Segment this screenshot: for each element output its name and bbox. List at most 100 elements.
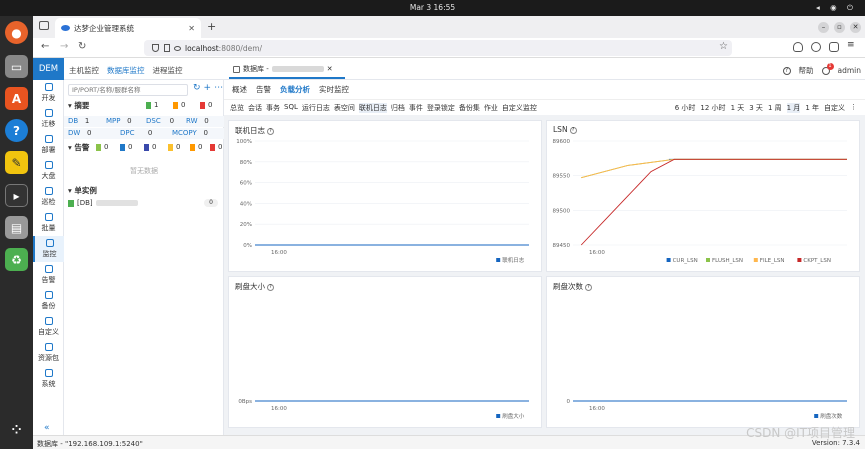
help-app-icon[interactable]: ? <box>5 119 28 142</box>
cat-overview[interactable]: 总览 <box>230 103 244 113</box>
app-brand-logo[interactable]: DEM <box>33 58 64 80</box>
reload-icon[interactable]: ↻ <box>78 41 86 52</box>
files-icon[interactable]: ▭ <box>5 55 28 78</box>
maximize-icon[interactable]: ▫ <box>834 22 845 33</box>
app-center-icon[interactable]: A <box>5 87 28 110</box>
user-name[interactable]: admin <box>838 66 862 75</box>
cat-custom-monitor[interactable]: 自定义监控 <box>502 103 537 113</box>
tab-load-analysis[interactable]: 负载分析 <box>280 84 310 95</box>
collapse-sidebar-icon[interactable]: « <box>44 423 50 433</box>
instance-search-input[interactable] <box>68 84 188 96</box>
cat-login-lock[interactable]: 登录锁定 <box>427 103 455 113</box>
tab-realtime[interactable]: 实时监控 <box>319 84 349 95</box>
side-item-system[interactable]: 系统 <box>33 366 64 392</box>
user-icon[interactable]: 1 <box>821 62 834 75</box>
nav-process-monitor[interactable]: 进程监控 <box>153 65 183 76</box>
side-item-inspect[interactable]: 巡检 <box>33 184 64 210</box>
cat-runlog[interactable]: 运行日志 <box>302 103 330 113</box>
url-bar[interactable]: localhost:8080/dem/ <box>144 40 732 56</box>
side-item-alarm[interactable]: 告警 <box>33 262 64 288</box>
side-item-monitor[interactable]: 监控 <box>33 236 64 262</box>
permissions-key-icon[interactable] <box>174 45 181 51</box>
pocket-icon[interactable] <box>793 42 803 52</box>
db-type-dsc[interactable]: DSC 0 <box>146 117 174 125</box>
side-item-custom[interactable]: 自定义 <box>33 314 64 340</box>
back-icon[interactable]: ← <box>41 41 49 52</box>
chart-tools-icon[interactable]: ⋮ <box>850 103 857 113</box>
summary-title[interactable]: ▾ 摘要 <box>68 100 89 111</box>
db-type-db[interactable]: DB 1 <box>68 117 89 125</box>
cat-archive[interactable]: 归档 <box>391 103 405 113</box>
side-label: 告警 <box>41 276 56 284</box>
firefox-icon[interactable]: ● <box>5 21 28 44</box>
tab-alarm[interactable]: 告警 <box>256 84 271 95</box>
time-custom[interactable]: 自定义 <box>824 103 845 113</box>
cat-transaction[interactable]: 事务 <box>266 103 280 113</box>
os-clock[interactable]: Mar 3 16:55 <box>0 3 865 12</box>
terminal-icon[interactable]: ▸ <box>5 184 28 207</box>
series-line <box>581 158 847 179</box>
browser-tab[interactable]: 达梦企业管理系统 ✕ <box>55 18 201 38</box>
nav-host-monitor[interactable]: 主机监控 <box>69 65 99 76</box>
type-key: MCOPY <box>172 129 197 137</box>
minimize-icon[interactable]: – <box>818 22 829 33</box>
add-icon[interactable]: + <box>204 83 215 93</box>
time-3d[interactable]: 3 天 <box>749 103 763 113</box>
cat-job[interactable]: 作业 <box>484 103 498 113</box>
close-tab-icon[interactable]: ✕ <box>188 24 195 33</box>
app-header: DEM 主机监控 数据库监控 进程监控 数据库 - ✕ ? 帮助 1 admin <box>33 58 865 80</box>
cat-event[interactable]: 事件 <box>409 103 423 113</box>
system-tray-icons[interactable]: ◂ ◉ ⏻ <box>816 3 857 13</box>
db-type-dpc[interactable]: DPC 0 <box>120 129 152 137</box>
side-item-resource[interactable]: 资源包 <box>33 340 64 366</box>
instance-row[interactable]: [DB] 0 <box>68 198 218 208</box>
disk-icon[interactable]: ▤ <box>5 216 28 239</box>
tab-overview[interactable]: 概述 <box>232 84 247 95</box>
side-item-develop[interactable]: 开发 <box>33 80 64 106</box>
close-window-icon[interactable]: ✕ <box>850 22 861 33</box>
page-tab-database[interactable]: 数据库 - ✕ <box>229 61 345 79</box>
trash-icon[interactable]: ♻ <box>5 248 28 271</box>
db-type-mpp[interactable]: MPP 0 <box>106 117 132 125</box>
time-1m[interactable]: 1 月 <box>786 103 801 113</box>
bookmark-star-icon[interactable]: ☆ <box>719 41 728 52</box>
db-type-mcopy[interactable]: MCOPY 0 <box>172 129 208 137</box>
y-tick-label: 20% <box>240 222 252 228</box>
extensions-icon[interactable] <box>829 42 839 52</box>
page-tab-close-icon[interactable]: ✕ <box>327 65 333 73</box>
account-icon[interactable] <box>811 42 821 52</box>
side-item-dashboard[interactable]: 大盘 <box>33 158 64 184</box>
side-item-backup[interactable]: 备份 <box>33 288 64 314</box>
side-item-migrate[interactable]: 迁移 <box>33 106 64 132</box>
time-1d[interactable]: 1 天 <box>731 103 745 113</box>
page-info-icon[interactable] <box>164 44 170 52</box>
new-tab-icon[interactable]: + <box>207 20 216 33</box>
cat-redo-log[interactable]: 联机日志 <box>358 103 387 113</box>
series-line <box>580 158 847 246</box>
side-item-deploy[interactable]: 部署 <box>33 132 64 158</box>
tab-list-icon[interactable] <box>39 21 49 30</box>
help-link[interactable]: 帮助 <box>799 65 814 76</box>
refresh-icon[interactable]: ↻ <box>193 83 204 93</box>
cat-tablespace[interactable]: 表空间 <box>334 103 355 113</box>
help-icon[interactable]: ? <box>782 66 791 75</box>
db-type-rw[interactable]: RW 0 <box>186 117 209 125</box>
text-editor-icon[interactable]: ✎ <box>5 151 28 174</box>
nav-db-monitor[interactable]: 数据库监控 <box>107 65 145 76</box>
cat-session[interactable]: 会话 <box>248 103 262 113</box>
time-12h[interactable]: 12 小时 <box>700 103 725 113</box>
tracking-shield-icon[interactable] <box>152 44 159 52</box>
single-instance-title[interactable]: ▾ 单实例 <box>68 185 97 196</box>
time-6h[interactable]: 6 小时 <box>675 103 696 113</box>
forward-icon[interactable]: → <box>60 41 68 52</box>
side-item-batch[interactable]: 批量 <box>33 210 64 236</box>
time-1y[interactable]: 1 年 <box>805 103 819 113</box>
alarm-title[interactable]: ▾ 告警 <box>68 142 89 153</box>
type-value: 0 <box>169 117 175 125</box>
menu-icon[interactable]: ≡ <box>847 40 857 50</box>
time-1w[interactable]: 1 周 <box>768 103 782 113</box>
show-apps-icon[interactable]: ⁘ <box>5 418 28 441</box>
db-type-dw[interactable]: DW 0 <box>68 129 91 137</box>
cat-backupset[interactable]: 备份集 <box>459 103 480 113</box>
cat-sql[interactable]: SQL <box>284 103 298 113</box>
